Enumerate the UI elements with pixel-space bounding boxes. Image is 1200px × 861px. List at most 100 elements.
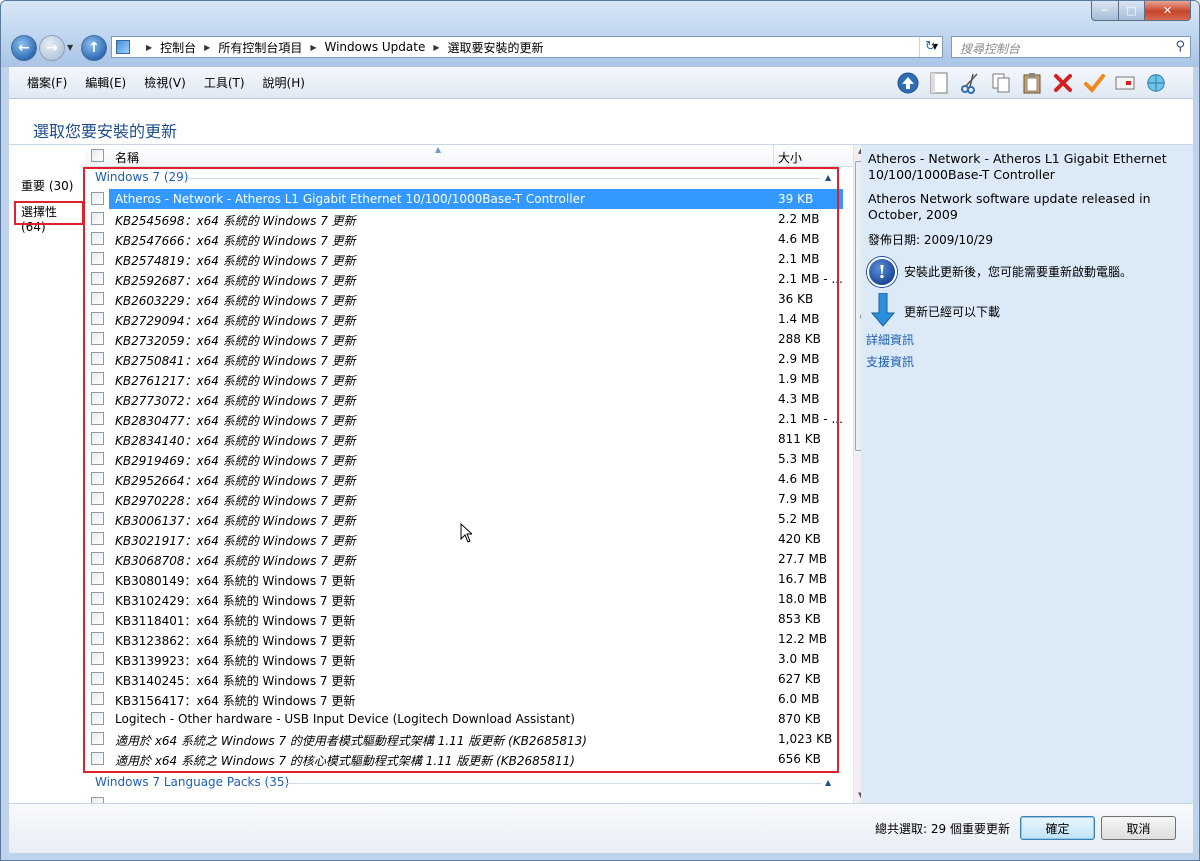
up-icon[interactable] bbox=[897, 72, 919, 94]
list-item[interactable] bbox=[85, 794, 843, 803]
breadcrumb-separator-icon[interactable]: ▶ bbox=[310, 43, 316, 52]
update-checkbox[interactable] bbox=[91, 692, 104, 705]
address-bar[interactable]: ▶ 控制台 ▶ 所有控制台項目 ▶ Windows Update ▶ 選取要安裝… bbox=[111, 36, 943, 58]
table-row[interactable]: Atheros - Network - Atheros L1 Gigabit E… bbox=[85, 189, 843, 209]
menu-view[interactable]: 檢視(V) bbox=[144, 74, 186, 91]
update-checkbox[interactable] bbox=[91, 752, 104, 765]
blank-page-icon[interactable] bbox=[928, 72, 950, 94]
update-checkbox[interactable] bbox=[91, 652, 104, 665]
table-row[interactable]: KB2603229：x64 系統的 Windows 7 更新 36 KB bbox=[85, 289, 843, 309]
cancel-button[interactable]: 取消 bbox=[1101, 816, 1176, 840]
delete-icon[interactable] bbox=[1052, 72, 1074, 94]
table-row[interactable]: KB2729094：x64 系統的 Windows 7 更新 1.4 MB bbox=[85, 309, 843, 329]
up-button[interactable]: ↑ bbox=[81, 35, 107, 61]
table-row[interactable]: 適用於 x64 系統之 Windows 7 的核心模式驅動程式架構 1.11 版… bbox=[85, 749, 843, 769]
minimize-button[interactable]: ─ bbox=[1091, 1, 1119, 21]
table-row[interactable]: KB3118401：x64 系統的 Windows 7 更新 853 KB bbox=[85, 609, 843, 629]
table-row[interactable]: KB2547666：x64 系統的 Windows 7 更新 4.6 MB bbox=[85, 229, 843, 249]
properties-icon[interactable] bbox=[1114, 72, 1136, 94]
table-row[interactable]: KB2592687：x64 系統的 Windows 7 更新 2.1 MB - .… bbox=[85, 269, 843, 289]
update-checkbox[interactable] bbox=[91, 192, 104, 205]
table-row[interactable]: KB2834140：x64 系統的 Windows 7 更新 811 KB bbox=[85, 429, 843, 449]
update-checkbox[interactable] bbox=[91, 312, 104, 325]
update-checkbox[interactable] bbox=[91, 392, 104, 405]
table-row[interactable]: KB3156417：x64 系統的 Windows 7 更新 6.0 MB bbox=[85, 689, 843, 709]
breadcrumb-control-panel[interactable]: 控制台 bbox=[160, 39, 196, 56]
table-row[interactable]: KB3080149：x64 系統的 Windows 7 更新 16.7 MB bbox=[85, 569, 843, 589]
breadcrumb-all-items[interactable]: 所有控制台項目 bbox=[218, 39, 302, 56]
table-row[interactable]: KB2952664：x64 系統的 Windows 7 更新 4.6 MB bbox=[85, 469, 843, 489]
collapse-group-icon[interactable]: ▲ bbox=[825, 173, 831, 182]
group-header-windows7[interactable]: Windows 7 (29) bbox=[95, 170, 188, 184]
refresh-button[interactable]: ↻ bbox=[919, 37, 941, 57]
update-checkbox[interactable] bbox=[91, 352, 104, 365]
table-row[interactable]: KB2761217：x64 系統的 Windows 7 更新 1.9 MB bbox=[85, 369, 843, 389]
column-divider[interactable] bbox=[773, 145, 774, 167]
menu-edit[interactable]: 編輯(E) bbox=[85, 74, 126, 91]
update-checkbox[interactable] bbox=[91, 612, 104, 625]
update-checkbox[interactable] bbox=[91, 632, 104, 645]
update-checkbox[interactable] bbox=[91, 512, 104, 525]
copy-icon[interactable] bbox=[990, 72, 1012, 94]
update-checkbox[interactable] bbox=[91, 252, 104, 265]
paste-icon[interactable] bbox=[1021, 72, 1043, 94]
update-checkbox[interactable] bbox=[91, 532, 104, 545]
table-row[interactable]: KB3140245：x64 系統的 Windows 7 更新 627 KB bbox=[85, 669, 843, 689]
more-info-link[interactable]: 詳細資訊 bbox=[866, 331, 914, 348]
recent-pages-icon[interactable]: ▼ bbox=[67, 43, 73, 52]
ok-button[interactable]: 確定 bbox=[1020, 816, 1095, 840]
table-row[interactable]: KB2750841：x64 系統的 Windows 7 更新 2.9 MB bbox=[85, 349, 843, 369]
table-row[interactable]: KB3123862：x64 系統的 Windows 7 更新 12.2 MB bbox=[85, 629, 843, 649]
update-checkbox[interactable] bbox=[91, 732, 104, 745]
update-checkbox[interactable] bbox=[91, 712, 104, 725]
table-row[interactable]: KB3102429：x64 系統的 Windows 7 更新 18.0 MB bbox=[85, 589, 843, 609]
breadcrumb-separator-icon[interactable]: ▶ bbox=[146, 43, 152, 52]
table-row[interactable]: KB2574819：x64 系統的 Windows 7 更新 2.1 MB bbox=[85, 249, 843, 269]
update-checkbox[interactable] bbox=[91, 672, 104, 685]
update-checkbox[interactable] bbox=[91, 592, 104, 605]
breadcrumb-select-updates[interactable]: 選取要安裝的更新 bbox=[448, 39, 544, 56]
table-row[interactable]: KB3068708：x64 系統的 Windows 7 更新 27.7 MB bbox=[85, 549, 843, 569]
search-icon[interactable]: ⚲ bbox=[1175, 39, 1185, 54]
check-icon[interactable] bbox=[1083, 72, 1105, 94]
update-checkbox[interactable] bbox=[91, 432, 104, 445]
table-row[interactable]: KB3139923：x64 系統的 Windows 7 更新 3.0 MB bbox=[85, 649, 843, 669]
update-checkbox[interactable] bbox=[91, 212, 104, 225]
menu-tools[interactable]: 工具(T) bbox=[204, 74, 245, 91]
update-checkbox[interactable] bbox=[91, 572, 104, 585]
collapse-group-icon[interactable]: ▲ bbox=[825, 778, 831, 787]
update-checkbox[interactable] bbox=[91, 472, 104, 485]
breadcrumb-separator-icon[interactable]: ▶ bbox=[433, 43, 439, 52]
table-row[interactable]: KB2970228：x64 系統的 Windows 7 更新 7.9 MB bbox=[85, 489, 843, 509]
search-input[interactable]: 搜尋控制台 ⚲ bbox=[951, 36, 1191, 58]
select-all-checkbox[interactable] bbox=[91, 149, 104, 162]
support-info-link[interactable]: 支援資訊 bbox=[866, 353, 914, 370]
scissors-icon[interactable] bbox=[959, 72, 981, 94]
update-checkbox[interactable] bbox=[91, 332, 104, 345]
globe-icon[interactable] bbox=[1145, 72, 1167, 94]
update-checkbox[interactable] bbox=[91, 372, 104, 385]
category-important[interactable]: 重要 (30) bbox=[21, 177, 73, 194]
update-checkbox[interactable] bbox=[91, 552, 104, 565]
table-row[interactable]: KB2830477：x64 系統的 Windows 7 更新 2.1 MB - .… bbox=[85, 409, 843, 429]
column-size[interactable]: 大小 bbox=[778, 149, 802, 166]
breadcrumb-separator-icon[interactable]: ▶ bbox=[204, 43, 210, 52]
table-row[interactable]: Logitech - Other hardware - USB Input De… bbox=[85, 709, 843, 729]
column-name[interactable]: 名稱 bbox=[115, 149, 139, 166]
table-row[interactable]: 適用於 x64 系統之 Windows 7 的使用者模式驅動程式架構 1.11 … bbox=[85, 729, 843, 749]
update-checkbox[interactable] bbox=[91, 452, 104, 465]
menu-help[interactable]: 說明(H) bbox=[263, 74, 305, 91]
update-checkbox[interactable] bbox=[91, 232, 104, 245]
table-row[interactable]: KB2732059：x64 系統的 Windows 7 更新 288 KB bbox=[85, 329, 843, 349]
maximize-button[interactable]: □ bbox=[1118, 1, 1145, 21]
update-checkbox[interactable] bbox=[91, 492, 104, 505]
update-checkbox[interactable] bbox=[91, 292, 104, 305]
table-row[interactable]: KB2773072：x64 系統的 Windows 7 更新 4.3 MB bbox=[85, 389, 843, 409]
breadcrumb-windows-update[interactable]: Windows Update bbox=[325, 40, 426, 54]
group-header-language-packs[interactable]: Windows 7 Language Packs (35) bbox=[95, 775, 289, 789]
back-button[interactable]: ← bbox=[11, 35, 37, 61]
table-row[interactable]: KB2545698：x64 系統的 Windows 7 更新 2.2 MB bbox=[85, 209, 843, 229]
update-checkbox[interactable] bbox=[91, 272, 104, 285]
update-checkbox[interactable] bbox=[91, 412, 104, 425]
close-window-button[interactable]: ✕ bbox=[1144, 1, 1191, 21]
